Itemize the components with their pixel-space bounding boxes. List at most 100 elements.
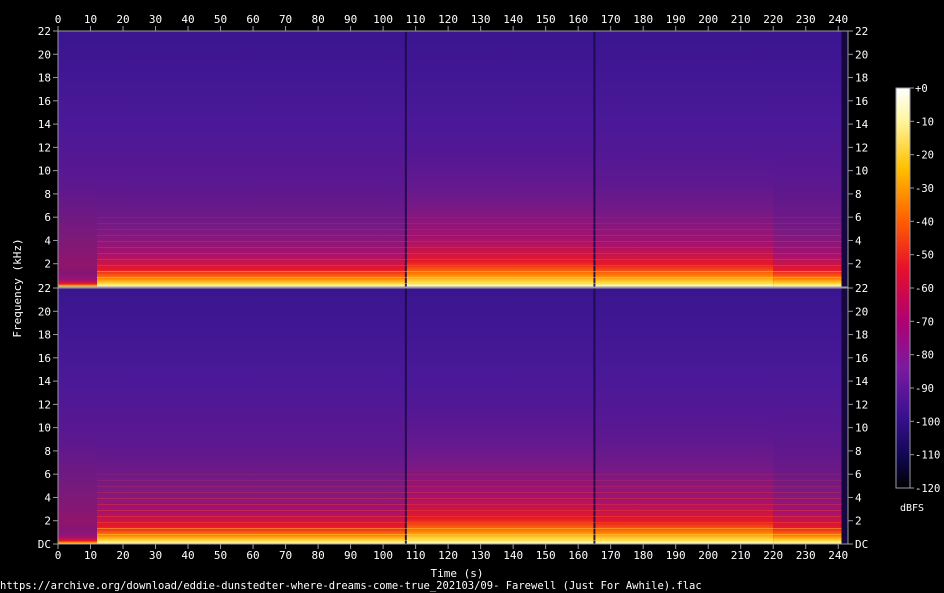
y-tick-label: 8: [44, 445, 51, 458]
x-tick-label: 130: [471, 13, 491, 26]
harmonic-band: [97, 492, 842, 493]
y-tick-label: 18: [855, 329, 868, 342]
y-tick-label: 12: [855, 398, 868, 411]
y-tick-label: 4: [855, 491, 862, 504]
y-tick-label: 18: [855, 72, 868, 85]
colorbar-tick-label: +0: [915, 83, 928, 95]
x-tick-label: 90: [344, 549, 357, 562]
y-tick-label: 22: [38, 25, 51, 38]
y-tick-label: 4: [44, 491, 51, 504]
x-tick-label: 220: [763, 549, 783, 562]
y-tick-label: 14: [38, 118, 52, 131]
colorbar-tick-label: -20: [915, 150, 934, 162]
harmonic-band: [97, 283, 842, 284]
x-tick-label: 200: [698, 549, 718, 562]
harmonic-band: [97, 498, 842, 499]
y-tick-label: 2: [44, 515, 51, 528]
harmonic-band: [97, 265, 842, 266]
y-tick-label: 4: [44, 234, 51, 247]
x-tick-label: 0: [55, 549, 62, 562]
colorbar-label: dBFS: [900, 503, 924, 514]
y-tick-label: 6: [855, 468, 862, 481]
x-tick-label: 30: [149, 13, 162, 26]
harmonic-band: [97, 486, 842, 487]
colorbar-tick-label: -80: [915, 350, 934, 362]
y-tick-label: 20: [855, 48, 868, 61]
y-tick-label: 8: [855, 445, 862, 458]
colorbar-tick-label: -110: [915, 450, 940, 462]
harmonic-band: [97, 277, 842, 278]
channel-panel-1: [58, 31, 848, 287]
x-tick-label: 70: [279, 13, 292, 26]
x-tick-label: 150: [536, 13, 556, 26]
energy-region: [58, 523, 98, 544]
energy-region: [97, 436, 406, 544]
colorbar-tick-label: -30: [915, 183, 934, 195]
x-tick-label: 60: [246, 13, 259, 26]
harmonic-band: [97, 516, 842, 517]
x-tick-label: 40: [181, 13, 194, 26]
y-tick-label: 8: [855, 188, 862, 201]
y-tick-label: 2: [855, 515, 862, 528]
x-tick-label: 10: [84, 549, 97, 562]
x-tick-label: 80: [311, 13, 324, 26]
x-tick-label: 180: [633, 549, 653, 562]
colorbar-gradient: [896, 88, 910, 488]
colorbar: +0 -10 -20 -30 -40 -50 -60 -70 -80 -90 -100 -110 -12…: [895, 83, 940, 514]
x-tick-label: 210: [731, 549, 751, 562]
x-tick-label: 210: [731, 13, 751, 26]
x-tick-label: 60: [246, 549, 259, 562]
energy-region: [97, 179, 406, 287]
x-tick-label: 20: [116, 549, 129, 562]
y-tick-label: 22: [855, 282, 868, 295]
x-tick-label: 50: [214, 549, 227, 562]
x-tick-label: 140: [503, 13, 523, 26]
transition-stripe: [404, 288, 407, 544]
y-tick-label: 6: [44, 211, 51, 224]
harmonic-band: [97, 253, 842, 254]
x-tick-label: 110: [406, 13, 426, 26]
x-tick-label: 240: [828, 13, 848, 26]
harmonic-band: [97, 474, 842, 475]
harmonic-band: [97, 235, 842, 236]
x-tick-label: 170: [601, 13, 621, 26]
file-url-footer: https://archive.org/download/eddie-dunst…: [0, 580, 702, 592]
energy-region: [405, 128, 595, 287]
y-tick-label: 22: [38, 282, 51, 295]
harmonic-band: [97, 217, 842, 218]
harmonic-band: [97, 241, 842, 242]
transition-stripe: [593, 31, 596, 287]
harmonic-band: [97, 534, 842, 535]
y-tick-label: 6: [44, 468, 51, 481]
x-axis-label: Time (s): [431, 567, 484, 580]
y-tick-label: 10: [38, 165, 51, 178]
colorbar-tick-label: -40: [915, 216, 934, 228]
x-tick-label: 190: [666, 549, 686, 562]
harmonic-band: [97, 540, 842, 541]
y-tick-label: 2: [855, 258, 862, 271]
x-tick-label: 20: [116, 13, 129, 26]
x-tick-label: 120: [438, 13, 458, 26]
y-tick-label: 14: [855, 375, 869, 388]
x-tick-label: 130: [471, 549, 491, 562]
harmonic-band: [97, 528, 842, 529]
x-tick-label: 10: [84, 13, 97, 26]
x-tick-label: 50: [214, 13, 227, 26]
x-tick-label: 70: [279, 549, 292, 562]
x-tick-label: 190: [666, 13, 686, 26]
silence-region: [841, 31, 848, 287]
y-tick-label: 14: [38, 375, 52, 388]
transition-stripe: [404, 31, 407, 287]
x-tick-label: 40: [181, 549, 194, 562]
harmonic-band: [97, 247, 842, 248]
harmonic-band: [97, 504, 842, 505]
spectrogram-chart: 2 24 46 68 810 1012 1214 1416 1618 1820 2022 22DC DC…: [0, 13, 940, 592]
harmonic-band: [97, 510, 842, 511]
x-tick-label: 240: [828, 549, 848, 562]
x-tick-label: 180: [633, 13, 653, 26]
harmonic-band: [97, 522, 842, 523]
y-axis-label: Frequency (kHz): [11, 238, 24, 337]
y-tick-label: 2: [44, 258, 51, 271]
colorbar-tick-label: -10: [915, 116, 934, 128]
x-tick-label: 90: [344, 13, 357, 26]
